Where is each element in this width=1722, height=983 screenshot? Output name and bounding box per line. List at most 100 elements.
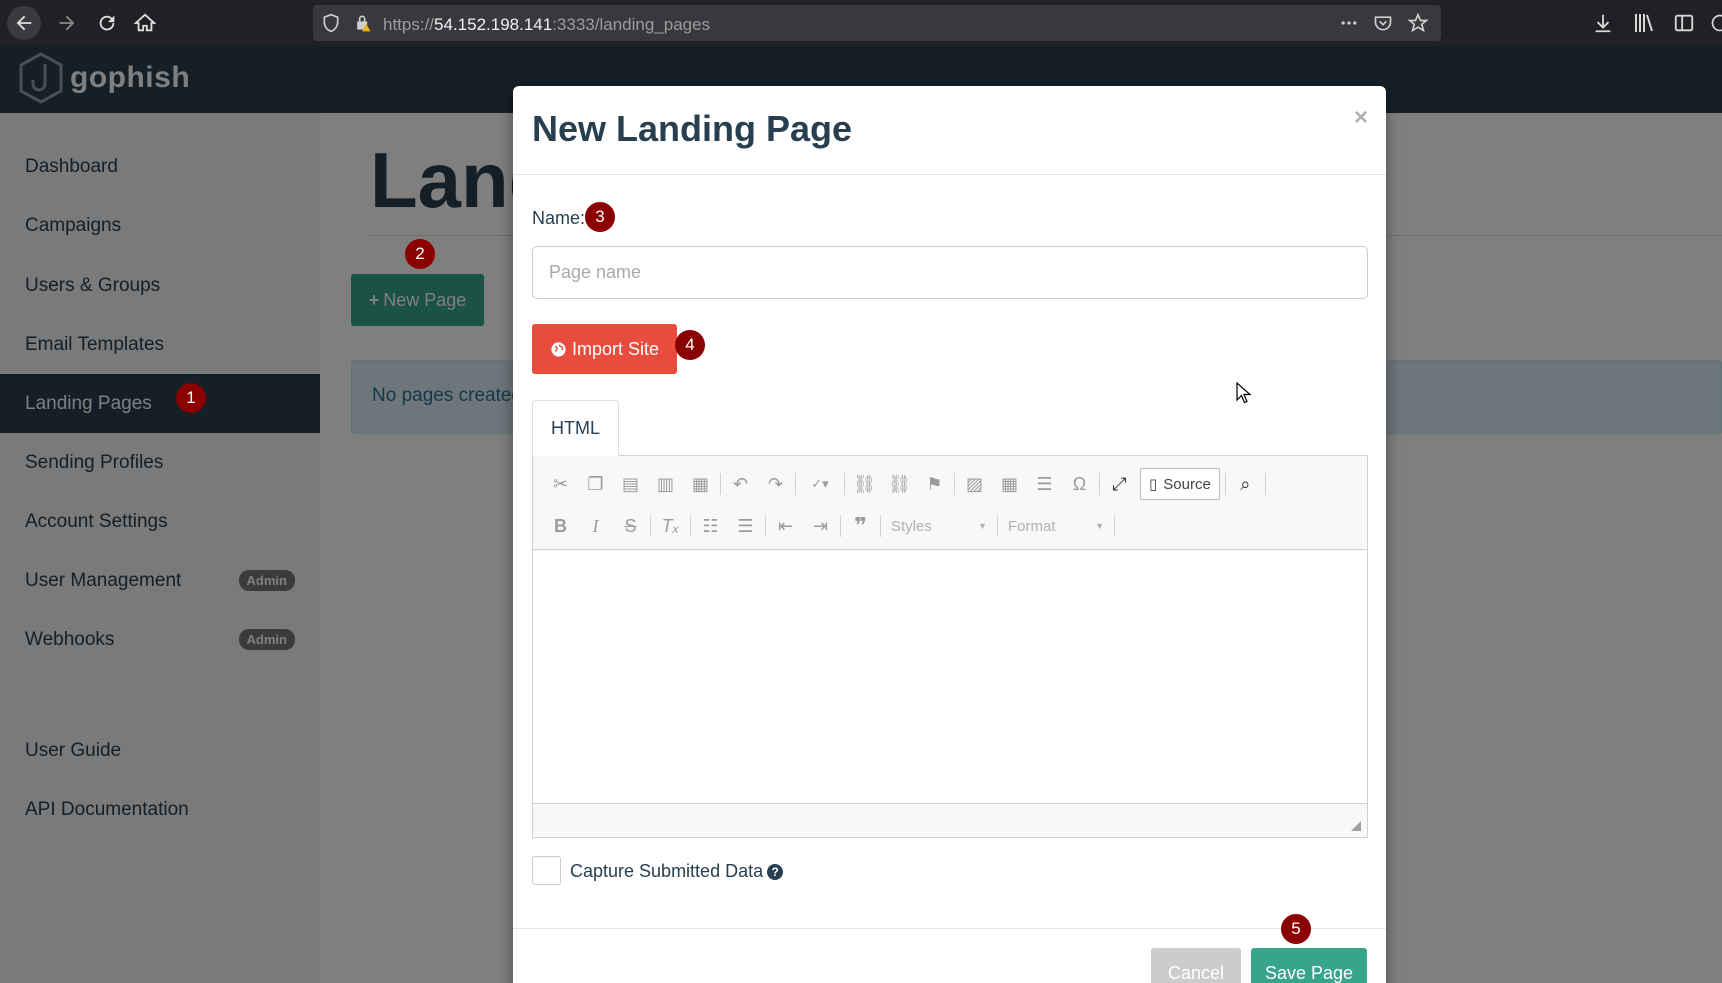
editor-toolbar-row: ✂ ❐ ▤ ▥ ▦ ↶ ↷ ✓▾ ⛓ ⛓ ⚑ ▨ ▦ ☰ Ω ⤢ ▯ Sourc… <box>543 467 1268 501</box>
account-icon[interactable] <box>1710 10 1722 36</box>
toolbar-separator <box>650 515 651 537</box>
paste-word-icon[interactable]: ▦ <box>683 469 718 499</box>
styles-label: Styles <box>891 517 932 535</box>
download-icon[interactable] <box>1592 10 1614 36</box>
annotation-badge-4: 4 <box>675 330 705 360</box>
editor-toolbar-row: B I S Tₓ ☷ ☰ ⇤ ⇥ ❞ Styles ▼ Format ▼ <box>543 509 1117 543</box>
toolbar-separator <box>690 515 691 537</box>
pocket-icon[interactable] <box>1373 13 1393 33</box>
arrow-right-icon <box>59 15 75 31</box>
url-prefix: https:// <box>383 15 435 34</box>
numbered-list-icon[interactable]: ☷ <box>693 511 728 541</box>
toolbar-separator <box>795 473 796 495</box>
capture-submitted-data-label: Capture Submitted Data? <box>570 861 784 882</box>
remove-format-icon[interactable]: Tₓ <box>653 511 688 541</box>
copy-icon[interactable]: ❐ <box>578 469 613 499</box>
toolbar-separator <box>765 515 766 537</box>
cut-icon[interactable]: ✂ <box>543 469 578 499</box>
editor-status-bar <box>533 803 1367 837</box>
name-label: Name: <box>532 208 586 228</box>
image-icon[interactable]: ▨ <box>957 469 992 499</box>
unlink-icon[interactable]: ⛓ <box>882 469 917 499</box>
tab-html[interactable]: HTML <box>532 400 619 456</box>
toolbar-separator <box>1099 473 1100 495</box>
import-site-label: Import Site <box>571 338 660 359</box>
home-button[interactable] <box>130 8 160 38</box>
special-char-icon[interactable]: Ω <box>1062 469 1097 499</box>
back-button[interactable] <box>7 6 41 40</box>
cancel-button[interactable]: Cancel <box>1151 948 1241 983</box>
more-dots-icon[interactable] <box>1339 13 1359 33</box>
source-doc-icon: ▯ <box>1149 476 1158 493</box>
source-label: Source <box>1163 475 1211 493</box>
url-suffix: :3333/landing_pages <box>552 15 711 34</box>
editor-toolbar: ✂ ❐ ▤ ▥ ▦ ↶ ↷ ✓▾ ⛓ ⛓ ⚑ ▨ ▦ ☰ Ω ⤢ ▯ Sourc… <box>533 456 1367 550</box>
maximize-icon[interactable]: ⤢ <box>1102 469 1137 499</box>
url-text: https://54.152.198.141:3333/landing_page… <box>383 15 710 35</box>
url-host: 54.152.198.141 <box>434 15 553 34</box>
outdent-icon[interactable]: ⇤ <box>768 511 803 541</box>
forward-button[interactable] <box>52 8 82 38</box>
reload-icon <box>99 15 115 31</box>
close-button[interactable]: × <box>1354 104 1368 132</box>
spellcheck-icon[interactable]: ✓▾ <box>798 469 842 499</box>
mouse-cursor-icon <box>1236 382 1252 404</box>
annotation-badge-1: 1 <box>176 383 206 413</box>
horizontal-rule-icon[interactable]: ☰ <box>1027 469 1062 499</box>
sidebar-toggle-icon[interactable] <box>1673 10 1695 36</box>
insecure-lock-icon <box>357 15 371 32</box>
annotation-badge-2: 2 <box>405 239 435 269</box>
bold-icon[interactable]: B <box>543 511 578 541</box>
globe-icon <box>551 341 566 357</box>
url-bar[interactable]: https://54.152.198.141:3333/landing_page… <box>313 5 1441 41</box>
paste-text-icon[interactable]: ▥ <box>648 469 683 499</box>
toolbar-separator <box>1224 473 1226 495</box>
html-editor: ✂ ❐ ▤ ▥ ▦ ↶ ↷ ✓▾ ⛓ ⛓ ⚑ ▨ ▦ ☰ Ω ⤢ ▯ Sourc… <box>532 455 1368 838</box>
blockquote-icon[interactable]: ❞ <box>843 511 878 541</box>
source-button[interactable]: ▯ Source <box>1140 468 1220 500</box>
preview-icon[interactable]: ⌕ <box>1228 469 1263 499</box>
save-page-button[interactable]: Save Page <box>1251 948 1367 983</box>
toolbar-separator <box>844 473 845 495</box>
question-circle-icon[interactable]: ? <box>767 864 784 881</box>
table-icon[interactable]: ▦ <box>992 469 1027 499</box>
undo-icon[interactable]: ↶ <box>723 469 758 499</box>
editor-content-area[interactable] <box>533 551 1367 803</box>
styles-dropdown[interactable]: Styles ▼ <box>883 513 995 539</box>
annotation-badge-5: 5 <box>1281 914 1311 944</box>
capture-submitted-data-checkbox[interactable] <box>532 856 561 885</box>
bookmark-star-icon[interactable] <box>1408 13 1428 33</box>
page-name-input[interactable] <box>532 246 1368 299</box>
modal-title: New Landing Page <box>532 108 853 149</box>
chevron-down-icon: ▼ <box>1095 521 1104 531</box>
paste-icon[interactable]: ▤ <box>613 469 648 499</box>
format-label: Format <box>1008 517 1056 535</box>
toolbar-separator <box>1114 515 1115 537</box>
modal-header-divider <box>513 174 1386 175</box>
library-icon[interactable] <box>1632 10 1656 36</box>
indent-icon[interactable]: ⇥ <box>803 511 838 541</box>
redo-icon[interactable]: ↷ <box>758 469 793 499</box>
toolbar-separator <box>880 515 881 537</box>
bulleted-list-icon[interactable]: ☰ <box>728 511 763 541</box>
anchor-flag-icon[interactable]: ⚑ <box>917 469 952 499</box>
new-landing-page-modal: New Landing Page × Name: Import Site HTM… <box>513 86 1386 983</box>
italic-icon[interactable]: I <box>578 511 613 541</box>
chevron-down-icon: ▼ <box>978 521 987 531</box>
resize-handle-icon[interactable] <box>1351 821 1361 831</box>
toolbar-separator <box>1264 473 1266 495</box>
shield-icon <box>323 13 339 33</box>
import-site-button[interactable]: Import Site <box>532 324 677 374</box>
browser-toolbar: https://54.152.198.141:3333/landing_page… <box>0 0 1722 46</box>
strikethrough-icon[interactable]: S <box>613 511 648 541</box>
toolbar-separator <box>954 473 955 495</box>
modal-footer-divider <box>513 928 1386 929</box>
link-icon[interactable]: ⛓ <box>847 469 882 499</box>
arrow-left-icon <box>16 15 32 31</box>
home-icon <box>134 13 156 32</box>
annotation-badge-3: 3 <box>585 202 615 232</box>
format-dropdown[interactable]: Format ▼ <box>1000 513 1112 539</box>
reload-button[interactable] <box>92 8 122 38</box>
capture-label-text: Capture Submitted Data <box>570 861 764 881</box>
toolbar-separator <box>840 515 841 537</box>
